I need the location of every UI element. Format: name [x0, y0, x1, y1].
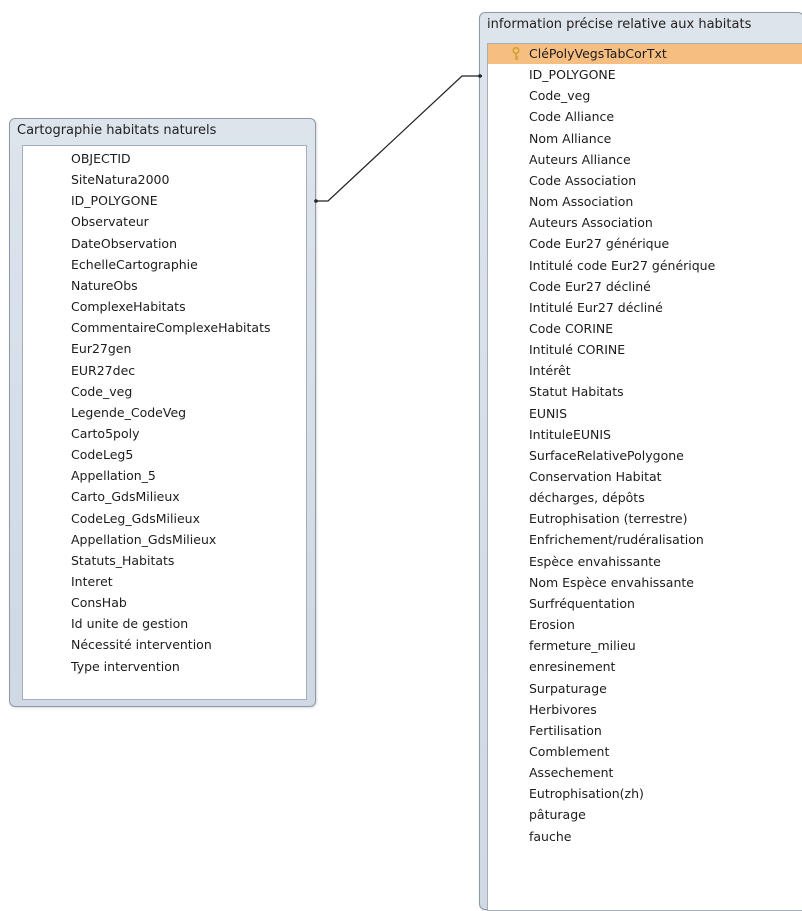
- relationship-line[interactable]: [0, 0, 802, 908]
